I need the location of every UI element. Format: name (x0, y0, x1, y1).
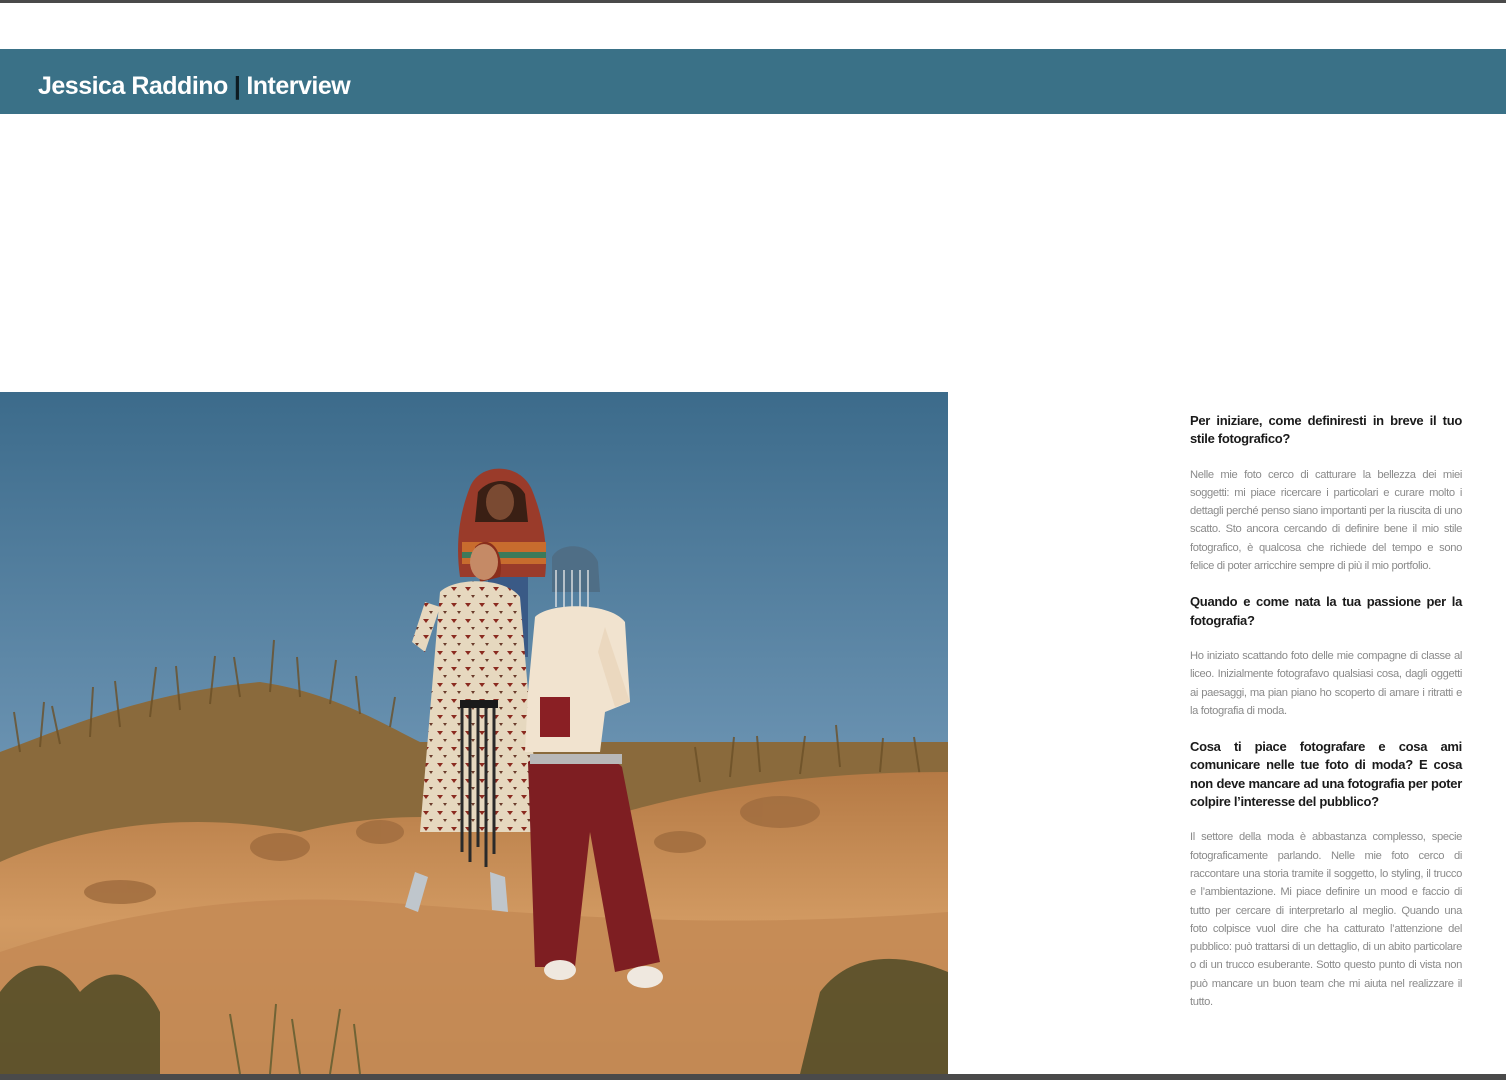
interview-column: Per iniziare, come definiresti in breve … (1190, 412, 1462, 1011)
answer-1: Nelle mie foto cerco di catturare la bel… (1190, 468, 1462, 573)
question-2: Quando e come nata la tua passione per l… (1190, 594, 1462, 628)
author-name: Jessica Raddino (38, 72, 228, 100)
question-1: Per iniziare, come definiresti in breve … (1190, 413, 1462, 447)
top-rule (0, 0, 1506, 3)
bottom-rule (0, 1074, 1506, 1080)
question-3: Cosa ti piace fotografare e cosa ami com… (1190, 739, 1462, 810)
title-separator: | (233, 72, 241, 100)
qa-block-2: Quando e come nata la tua passione per l… (1190, 593, 1462, 720)
answer-2: Ho iniziato scattando foto delle mie com… (1190, 649, 1462, 717)
answer-3: Il settore della moda è abbastanza compl… (1190, 831, 1462, 1009)
section-label: Interview (246, 72, 351, 100)
page-title: Jessica Raddino | Interview (38, 70, 351, 102)
qa-block-1: Per iniziare, come definiresti in breve … (1190, 412, 1462, 575)
qa-block-3: Cosa ti piace fotografare e cosa ami com… (1190, 738, 1462, 1011)
fashion-photo (0, 392, 948, 1074)
